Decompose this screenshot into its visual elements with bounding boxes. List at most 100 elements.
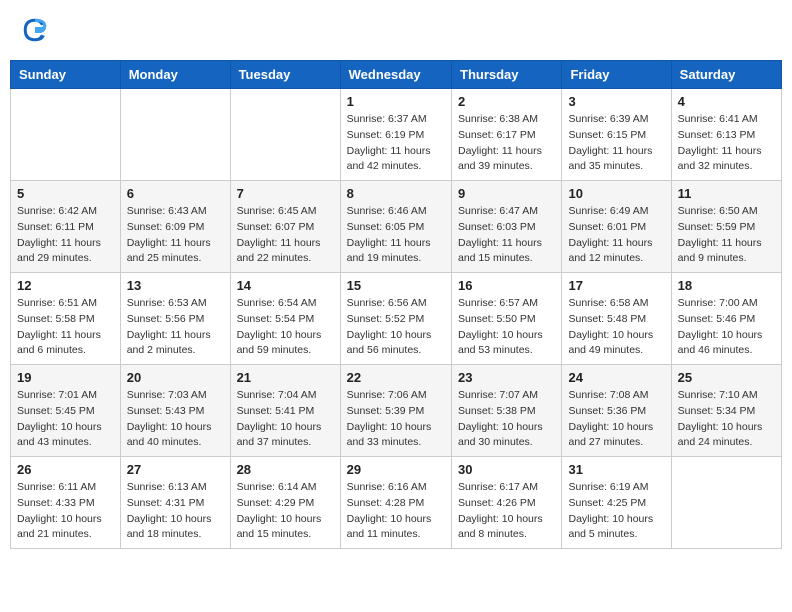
calendar-week-row: 19 Sunrise: 7:01 AM Sunset: 5:45 PM Dayli… bbox=[11, 365, 782, 457]
day-number: 21 bbox=[237, 370, 334, 385]
day-number: 26 bbox=[17, 462, 114, 477]
day-number: 6 bbox=[127, 186, 224, 201]
calendar-day-header: Friday bbox=[562, 61, 671, 89]
logo-icon bbox=[20, 15, 50, 45]
day-info: Sunrise: 7:04 AM Sunset: 5:41 PM Dayligh… bbox=[237, 388, 334, 451]
day-info: Sunrise: 6:17 AM Sunset: 4:26 PM Dayligh… bbox=[458, 480, 555, 543]
calendar-week-row: 5 Sunrise: 6:42 AM Sunset: 6:11 PM Daylig… bbox=[11, 181, 782, 273]
day-info: Sunrise: 7:10 AM Sunset: 5:34 PM Dayligh… bbox=[678, 388, 775, 451]
day-number: 17 bbox=[568, 278, 664, 293]
calendar-cell: 2Sunrise: 6:38 AM Sunset: 6:17 PM Daylig… bbox=[452, 89, 562, 181]
calendar-day-header: Monday bbox=[120, 61, 230, 89]
calendar-cell: 22 Sunrise: 7:06 AM Sunset: 5:39 PM Dayli… bbox=[340, 365, 451, 457]
day-number: 24 bbox=[568, 370, 664, 385]
day-number: 28 bbox=[237, 462, 334, 477]
calendar-week-row: 26 Sunrise: 6:11 AM Sunset: 4:33 PM Dayli… bbox=[11, 457, 782, 549]
day-number: 8 bbox=[347, 186, 445, 201]
calendar-cell: 24Sunrise: 7:08 AM Sunset: 5:36 PM Dayli… bbox=[562, 365, 671, 457]
calendar-cell: 26 Sunrise: 6:11 AM Sunset: 4:33 PM Dayli… bbox=[11, 457, 121, 549]
calendar-cell: 25Sunrise: 7:10 AM Sunset: 5:34 PM Dayli… bbox=[671, 365, 781, 457]
day-number: 7 bbox=[237, 186, 334, 201]
calendar-table: SundayMondayTuesdayWednesdayThursdayFrid… bbox=[10, 60, 782, 549]
day-number: 22 bbox=[347, 370, 445, 385]
day-number: 30 bbox=[458, 462, 555, 477]
calendar-cell: 6 Sunrise: 6:43 AM Sunset: 6:09 PM Daylig… bbox=[120, 181, 230, 273]
day-info: Sunrise: 6:13 AM Sunset: 4:31 PM Dayligh… bbox=[127, 480, 224, 543]
day-info: Sunrise: 7:00 AM Sunset: 5:46 PM Dayligh… bbox=[678, 296, 775, 359]
day-number: 4 bbox=[678, 94, 775, 109]
calendar-cell: 16 Sunrise: 6:57 AM Sunset: 5:50 PM Dayli… bbox=[452, 273, 562, 365]
calendar-cell: 10 Sunrise: 6:49 AM Sunset: 6:01 PM Dayli… bbox=[562, 181, 671, 273]
day-info: Sunrise: 6:46 AM Sunset: 6:05 PM Dayligh… bbox=[347, 204, 445, 267]
day-number: 11 bbox=[678, 186, 775, 201]
calendar-day-header: Tuesday bbox=[230, 61, 340, 89]
calendar-cell: 23 Sunrise: 7:07 AM Sunset: 5:38 PM Dayli… bbox=[452, 365, 562, 457]
day-info: Sunrise: 6:19 AM Sunset: 4:25 PM Dayligh… bbox=[568, 480, 664, 543]
day-info: Sunrise: 6:38 AM Sunset: 6:17 PM Dayligh… bbox=[458, 112, 555, 175]
calendar-cell: 17 Sunrise: 6:58 AM Sunset: 5:48 PM Dayli… bbox=[562, 273, 671, 365]
calendar-cell: 7 Sunrise: 6:45 AM Sunset: 6:07 PM Daylig… bbox=[230, 181, 340, 273]
calendar-cell bbox=[120, 89, 230, 181]
day-info: Sunrise: 6:45 AM Sunset: 6:07 PM Dayligh… bbox=[237, 204, 334, 267]
day-info: Sunrise: 6:49 AM Sunset: 6:01 PM Dayligh… bbox=[568, 204, 664, 267]
day-info: Sunrise: 7:03 AM Sunset: 5:43 PM Dayligh… bbox=[127, 388, 224, 451]
day-number: 23 bbox=[458, 370, 555, 385]
day-info: Sunrise: 7:06 AM Sunset: 5:39 PM Dayligh… bbox=[347, 388, 445, 451]
day-number: 27 bbox=[127, 462, 224, 477]
day-number: 9 bbox=[458, 186, 555, 201]
day-number: 5 bbox=[17, 186, 114, 201]
day-number: 3 bbox=[568, 94, 664, 109]
day-info: Sunrise: 6:39 AM Sunset: 6:15 PM Dayligh… bbox=[568, 112, 664, 175]
calendar-cell: 28 Sunrise: 6:14 AM Sunset: 4:29 PM Dayli… bbox=[230, 457, 340, 549]
day-number: 14 bbox=[237, 278, 334, 293]
calendar-cell: 29Sunrise: 6:16 AM Sunset: 4:28 PM Dayli… bbox=[340, 457, 451, 549]
day-info: Sunrise: 6:11 AM Sunset: 4:33 PM Dayligh… bbox=[17, 480, 114, 543]
calendar-cell: 14 Sunrise: 6:54 AM Sunset: 5:54 PM Dayli… bbox=[230, 273, 340, 365]
calendar-cell: 11 Sunrise: 6:50 AM Sunset: 5:59 PM Dayli… bbox=[671, 181, 781, 273]
calendar-day-header: Sunday bbox=[11, 61, 121, 89]
day-number: 16 bbox=[458, 278, 555, 293]
calendar-header-row: SundayMondayTuesdayWednesdayThursdayFrid… bbox=[11, 61, 782, 89]
day-number: 12 bbox=[17, 278, 114, 293]
calendar-cell: 20 Sunrise: 7:03 AM Sunset: 5:43 PM Dayli… bbox=[120, 365, 230, 457]
calendar-cell: 3 Sunrise: 6:39 AM Sunset: 6:15 PM Daylig… bbox=[562, 89, 671, 181]
calendar-cell: 5 Sunrise: 6:42 AM Sunset: 6:11 PM Daylig… bbox=[11, 181, 121, 273]
day-info: Sunrise: 6:16 AM Sunset: 4:28 PM Dayligh… bbox=[347, 480, 445, 543]
day-info: Sunrise: 6:42 AM Sunset: 6:11 PM Dayligh… bbox=[17, 204, 114, 267]
day-number: 31 bbox=[568, 462, 664, 477]
day-info: Sunrise: 6:51 AM Sunset: 5:58 PM Dayligh… bbox=[17, 296, 114, 359]
day-info: Sunrise: 6:43 AM Sunset: 6:09 PM Dayligh… bbox=[127, 204, 224, 267]
calendar-cell bbox=[671, 457, 781, 549]
calendar-day-header: Thursday bbox=[452, 61, 562, 89]
day-number: 10 bbox=[568, 186, 664, 201]
day-number: 19 bbox=[17, 370, 114, 385]
calendar-cell: 8 Sunrise: 6:46 AM Sunset: 6:05 PM Daylig… bbox=[340, 181, 451, 273]
calendar-cell bbox=[230, 89, 340, 181]
calendar-cell: 30 Sunrise: 6:17 AM Sunset: 4:26 PM Dayli… bbox=[452, 457, 562, 549]
day-info: Sunrise: 7:01 AM Sunset: 5:45 PM Dayligh… bbox=[17, 388, 114, 451]
day-info: Sunrise: 6:58 AM Sunset: 5:48 PM Dayligh… bbox=[568, 296, 664, 359]
day-info: Sunrise: 6:41 AM Sunset: 6:13 PM Dayligh… bbox=[678, 112, 775, 175]
day-info: Sunrise: 6:53 AM Sunset: 5:56 PM Dayligh… bbox=[127, 296, 224, 359]
day-info: Sunrise: 6:50 AM Sunset: 5:59 PM Dayligh… bbox=[678, 204, 775, 267]
calendar-cell: 21 Sunrise: 7:04 AM Sunset: 5:41 PM Dayli… bbox=[230, 365, 340, 457]
calendar-week-row: 12 Sunrise: 6:51 AM Sunset: 5:58 PM Dayli… bbox=[11, 273, 782, 365]
calendar-cell: 19 Sunrise: 7:01 AM Sunset: 5:45 PM Dayli… bbox=[11, 365, 121, 457]
day-info: Sunrise: 6:57 AM Sunset: 5:50 PM Dayligh… bbox=[458, 296, 555, 359]
day-info: Sunrise: 6:14 AM Sunset: 4:29 PM Dayligh… bbox=[237, 480, 334, 543]
calendar-cell: 27 Sunrise: 6:13 AM Sunset: 4:31 PM Dayli… bbox=[120, 457, 230, 549]
day-info: Sunrise: 6:54 AM Sunset: 5:54 PM Dayligh… bbox=[237, 296, 334, 359]
day-number: 1 bbox=[347, 94, 445, 109]
calendar-cell: 12 Sunrise: 6:51 AM Sunset: 5:58 PM Dayli… bbox=[11, 273, 121, 365]
page-header bbox=[10, 10, 782, 50]
logo bbox=[20, 15, 52, 45]
calendar-cell: 15Sunrise: 6:56 AM Sunset: 5:52 PM Dayli… bbox=[340, 273, 451, 365]
day-number: 13 bbox=[127, 278, 224, 293]
calendar-cell: 4 Sunrise: 6:41 AM Sunset: 6:13 PM Daylig… bbox=[671, 89, 781, 181]
calendar-cell: 1 Sunrise: 6:37 AM Sunset: 6:19 PM Daylig… bbox=[340, 89, 451, 181]
day-number: 20 bbox=[127, 370, 224, 385]
calendar-cell: 31 Sunrise: 6:19 AM Sunset: 4:25 PM Dayli… bbox=[562, 457, 671, 549]
day-info: Sunrise: 7:07 AM Sunset: 5:38 PM Dayligh… bbox=[458, 388, 555, 451]
day-info: Sunrise: 6:37 AM Sunset: 6:19 PM Dayligh… bbox=[347, 112, 445, 175]
calendar-week-row: 1 Sunrise: 6:37 AM Sunset: 6:19 PM Daylig… bbox=[11, 89, 782, 181]
